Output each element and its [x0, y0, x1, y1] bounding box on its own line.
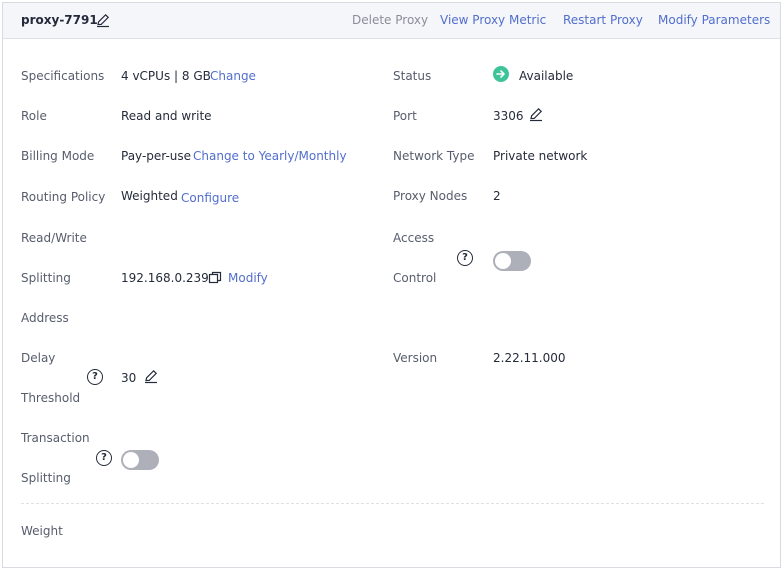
routing-policy-label: Routing Policy	[21, 190, 106, 204]
specifications-label: Specifications	[21, 69, 105, 83]
network-type-label: Network Type	[393, 149, 475, 163]
version-label: Version	[393, 351, 438, 365]
weight-label: Weight	[21, 524, 63, 538]
status-available-icon	[493, 66, 509, 82]
routing-policy-value: Weighted	[121, 189, 178, 203]
change-specs-link[interactable]: Change	[210, 69, 256, 83]
modify-parameters-button[interactable]: Modify Parameters	[658, 13, 770, 27]
delete-proxy-button[interactable]: Delete Proxy	[352, 13, 428, 27]
status-label: Status	[393, 69, 432, 83]
version-value: 2.22.11.000	[493, 351, 566, 365]
rw-splitting-label-line3: Address	[21, 311, 69, 325]
access-control-toggle[interactable]	[493, 251, 531, 271]
edit-icon[interactable]	[95, 12, 111, 28]
billing-mode-label: Billing Mode	[21, 149, 95, 163]
delay-threshold-label-line1: Delay	[21, 351, 56, 365]
proxy-nodes-label: Proxy Nodes	[393, 189, 468, 203]
billing-mode-value: Pay-per-use	[121, 149, 192, 163]
proxy-detail-card: proxy-7791 Delete Proxy View Proxy Metri…	[2, 2, 781, 568]
change-billing-link[interactable]: Change to Yearly/Monthly	[193, 149, 347, 163]
proxy-nodes-value: 2	[493, 189, 501, 203]
access-control-help-icon[interactable]: ?	[457, 250, 473, 266]
card-header: proxy-7791 Delete Proxy View Proxy Metri…	[3, 3, 780, 39]
specifications-value: 4 vCPUs | 8 GB	[121, 69, 211, 83]
restart-proxy-button[interactable]: Restart Proxy	[563, 13, 643, 27]
rw-splitting-address-value: 192.168.0.239	[121, 271, 209, 285]
transaction-splitting-help-icon[interactable]: ?	[96, 450, 112, 466]
rw-splitting-label-line1: Read/Write	[21, 231, 87, 245]
delay-threshold-value: 30	[121, 371, 137, 385]
port-value: 3306	[493, 109, 524, 123]
copy-icon[interactable]	[207, 270, 223, 286]
delay-threshold-help-icon[interactable]: ?	[87, 369, 103, 385]
rw-splitting-label-line2: Splitting	[21, 271, 71, 285]
port-label: Port	[393, 109, 417, 123]
edit-port-icon[interactable]	[528, 106, 544, 122]
access-control-label-line1: Access	[393, 231, 435, 245]
edit-delay-icon[interactable]	[143, 368, 159, 384]
status-value: Available	[519, 69, 574, 83]
network-type-value: Private network	[493, 149, 588, 163]
modify-address-link[interactable]: Modify	[228, 271, 268, 285]
transaction-splitting-label-line1: Transaction	[21, 431, 90, 445]
role-label: Role	[21, 109, 47, 123]
transaction-splitting-toggle[interactable]	[121, 450, 159, 470]
role-value: Read and write	[121, 109, 212, 123]
delay-threshold-label-line2: Threshold	[21, 391, 81, 405]
section-divider	[21, 503, 764, 504]
access-control-label-line2: Control	[393, 271, 437, 285]
proxy-name: proxy-7791	[21, 13, 98, 27]
transaction-splitting-label-line2: Splitting	[21, 471, 71, 485]
configure-routing-link[interactable]: Configure	[181, 191, 239, 205]
view-proxy-metric-button[interactable]: View Proxy Metric	[440, 13, 546, 27]
